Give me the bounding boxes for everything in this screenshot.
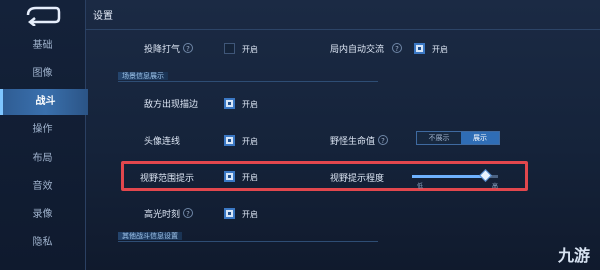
auto-chat-checkbox[interactable] xyxy=(414,43,425,54)
help-icon[interactable]: ? xyxy=(183,208,193,218)
section-header-other-battle: 其他战斗信息设置 xyxy=(118,231,378,242)
vision-level-max-label: 高 xyxy=(492,183,499,190)
vision-level-slider-fill xyxy=(412,175,486,178)
page-title: 设置 xyxy=(93,11,113,22)
highlight-moment-label: 高光时刻 xyxy=(144,210,181,220)
vision-range-checkbox[interactable] xyxy=(224,171,235,182)
help-icon[interactable]: ? xyxy=(392,43,402,53)
monster-hp-toggle: 不展示 展示 xyxy=(416,131,500,145)
auto-chat-checkbox-text: 开启 xyxy=(432,45,448,54)
sidebar-item-controls[interactable]: 操作 xyxy=(0,117,85,143)
monster-hp-label: 野怪生命值 xyxy=(330,137,376,147)
sidebar-item-battle[interactable]: 战斗 xyxy=(0,89,88,115)
auto-chat-label: 局内自动交流 xyxy=(330,45,385,55)
back-button[interactable] xyxy=(22,4,62,27)
vision-range-checkbox-text: 开启 xyxy=(242,173,258,182)
avatar-link-checkbox[interactable] xyxy=(224,135,235,146)
surrender-cheer-checkbox-text: 开启 xyxy=(242,45,258,54)
vision-level-label: 视野提示程度 xyxy=(330,174,385,184)
surrender-cheer-label: 投降打气 xyxy=(144,45,181,55)
sidebar: 基础 图像 战斗 操作 布局 音效 录像 隐私 xyxy=(0,0,88,270)
sidebar-item-basic[interactable]: 基础 xyxy=(0,33,85,59)
sidebar-item-layout[interactable]: 布局 xyxy=(0,146,85,172)
help-icon[interactable]: ? xyxy=(183,43,193,53)
vision-level-min-label: 低 xyxy=(417,183,424,190)
highlight-moment-checkbox[interactable] xyxy=(224,208,235,219)
help-icon[interactable]: ? xyxy=(378,135,388,145)
jiuyou-logo: 九游 xyxy=(557,246,590,265)
monster-hp-show-option[interactable]: 展示 xyxy=(461,132,499,144)
avatar-link-checkbox-text: 开启 xyxy=(242,137,258,146)
section-header-scene-info: 场景信息展示 xyxy=(118,71,378,82)
enemy-outline-checkbox-text: 开启 xyxy=(242,100,258,109)
vision-range-label: 视野范围提示 xyxy=(140,174,195,184)
enemy-outline-checkbox[interactable] xyxy=(224,98,235,109)
sidebar-item-sound[interactable]: 音效 xyxy=(0,174,85,200)
monster-hp-hide-option[interactable]: 不展示 xyxy=(417,132,461,144)
header-divider xyxy=(85,29,600,30)
enemy-outline-label: 敌方出现描边 xyxy=(144,100,199,110)
highlight-moment-checkbox-text: 开启 xyxy=(242,210,258,219)
sidebar-item-image[interactable]: 图像 xyxy=(0,61,85,87)
sidebar-item-replay[interactable]: 录像 xyxy=(0,202,85,228)
avatar-link-label: 头像连线 xyxy=(144,137,181,147)
surrender-cheer-checkbox[interactable] xyxy=(224,43,235,54)
sidebar-item-privacy[interactable]: 隐私 xyxy=(0,230,85,256)
back-arrow-icon xyxy=(26,6,61,27)
